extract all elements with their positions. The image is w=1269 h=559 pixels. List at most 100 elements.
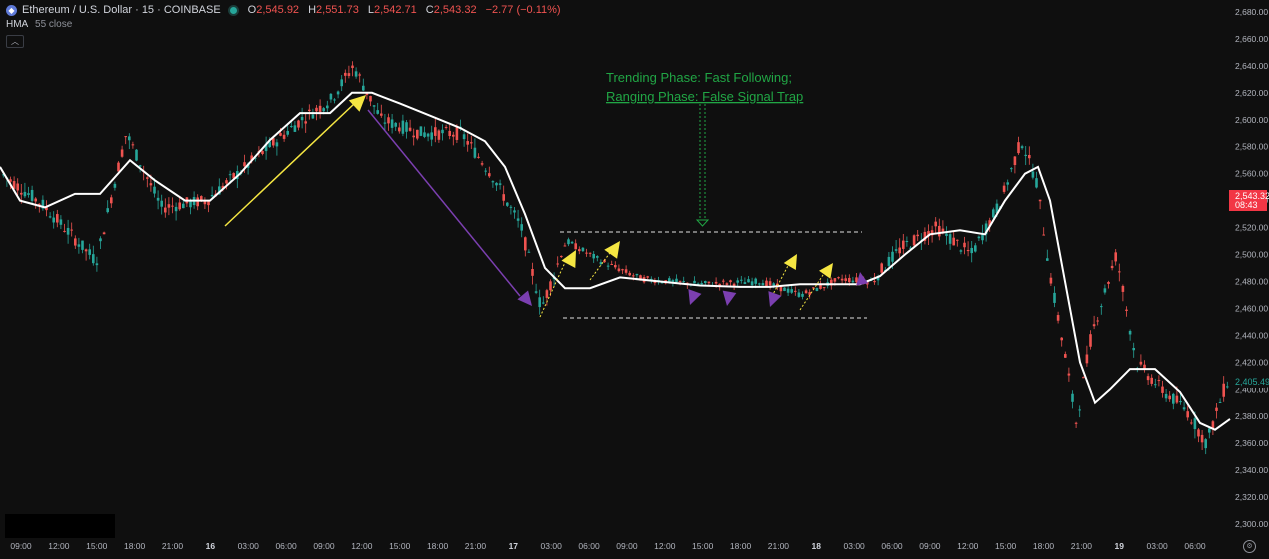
ethereum-icon: ◆ (6, 4, 17, 16)
candle-body (1226, 386, 1229, 388)
symbol-title[interactable]: Ethereum / U.S. Dollar · 15 · COINBASE (22, 4, 221, 16)
candle-body (196, 197, 199, 207)
candle-body (617, 268, 621, 272)
time-tick: 12:00 (48, 541, 70, 551)
annotation-line1: Trending Phase: Fast Following; (606, 70, 792, 85)
candle-body (77, 244, 81, 247)
candle-body (473, 147, 477, 158)
candle-body (1028, 154, 1031, 159)
candle-body (488, 173, 491, 177)
candle-body (1146, 376, 1150, 381)
candle-body (437, 130, 441, 140)
candle-body (570, 241, 574, 244)
candle-body (963, 242, 966, 248)
candle-body (1074, 422, 1078, 424)
candle-body (693, 280, 696, 284)
price-tick: 2,620.00 (1235, 88, 1268, 98)
candle-body (84, 249, 88, 252)
candle-body (189, 200, 192, 208)
candle-body (164, 207, 167, 213)
candle-body (790, 289, 793, 293)
candle-body (592, 253, 595, 259)
time-tick: 18:00 (124, 541, 146, 551)
settings-icon[interactable]: ⚙ (1243, 540, 1256, 553)
candle-body (297, 120, 300, 128)
candle-body (614, 264, 617, 268)
price-tick: 2,680.00 (1235, 7, 1268, 17)
time-tick: 09:00 (616, 541, 638, 551)
candle-body (502, 194, 505, 201)
candle-body (1010, 168, 1013, 170)
candle-body (628, 272, 631, 276)
candle-body (1172, 393, 1175, 404)
chart-area[interactable]: Trending Phase: Fast Following; Ranging … (0, 0, 1269, 554)
candle-body (470, 142, 473, 144)
time-tick: 17 (509, 541, 519, 551)
candle-body (401, 120, 405, 134)
candle-body (916, 234, 919, 237)
candle-body (308, 109, 311, 112)
candle-body (376, 110, 379, 114)
candle-body (704, 281, 707, 284)
price-tick: 2,580.00 (1235, 142, 1268, 152)
candle-body (225, 180, 228, 184)
candle-body (912, 235, 916, 246)
market-status-icon (229, 6, 237, 14)
candle-body (398, 127, 401, 132)
price-axis[interactable]: 2,680.00 2,660.00 2,640.00 2,620.00 2,600.00… (1235, 7, 1268, 529)
candle-body (1089, 334, 1092, 347)
time-tick: 09:00 (919, 541, 941, 551)
time-tick: 06:00 (881, 541, 903, 551)
candle-body (588, 252, 592, 254)
candle-body (1038, 199, 1042, 202)
indicator-legend[interactable]: HMA 55 close (6, 19, 565, 30)
candle-body (898, 247, 901, 254)
time-tick: 15:00 (86, 541, 108, 551)
candle-body (59, 219, 63, 225)
candle-body (563, 245, 567, 247)
price-tick: 2,460.00 (1235, 303, 1268, 313)
candle-body (1182, 407, 1186, 410)
candle-body (1017, 142, 1020, 154)
price-tick: 2,380.00 (1235, 411, 1268, 421)
price-tick: 2,640.00 (1235, 61, 1268, 71)
price-chart[interactable]: Trending Phase: Fast Following; Ranging … (0, 0, 1269, 554)
candle-body (23, 191, 27, 197)
candle-body (1157, 380, 1161, 382)
candle-body (275, 142, 279, 147)
candle-body (329, 93, 333, 100)
candle-body (351, 65, 354, 69)
candle-body (549, 281, 552, 291)
candle-body (714, 281, 718, 284)
time-tick: 03:00 (1146, 541, 1168, 551)
candle-body (394, 122, 397, 127)
candle-body (596, 256, 599, 258)
candle-body (423, 132, 426, 137)
candle-body (768, 281, 772, 286)
candle-body (545, 290, 549, 298)
candle-body (261, 150, 264, 155)
time-tick: 03:00 (844, 541, 866, 551)
time-axis[interactable]: 09:00 12:00 15:00 18:00 21:00 16 03:00 06:00 09:… (10, 541, 1206, 551)
candle-body (538, 297, 541, 308)
candle-body (484, 170, 487, 172)
candle-body (95, 263, 99, 266)
candle-body (92, 254, 95, 264)
candle-body (783, 287, 786, 291)
candle-body (758, 283, 761, 285)
candle-body (131, 144, 135, 146)
candle-body (743, 282, 747, 285)
price-tick: 2,480.00 (1235, 276, 1268, 286)
candle-body (336, 91, 340, 95)
candle-body (498, 183, 502, 185)
arrow-head (348, 95, 366, 112)
candle-body (880, 263, 883, 273)
collapse-legend-button[interactable]: ︿ (6, 35, 24, 48)
candle-body (610, 263, 613, 265)
candle-body (581, 247, 585, 252)
candle-body (938, 225, 941, 237)
candle-body (315, 107, 318, 112)
arrow-head (819, 263, 833, 279)
candle-body (1006, 182, 1009, 185)
candle-body (480, 163, 484, 165)
